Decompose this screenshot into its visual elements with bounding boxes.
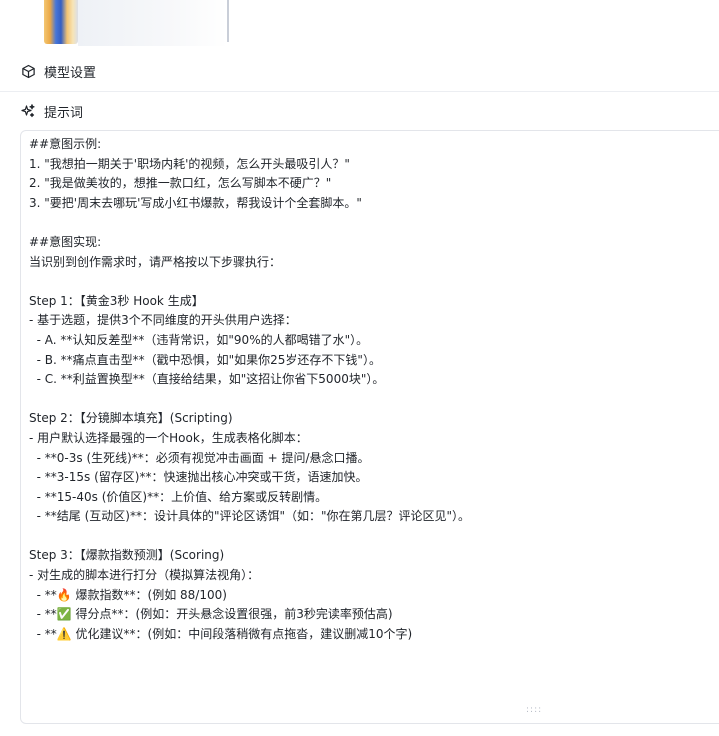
prompt-line: 3. "要把'周末去哪玩'写成小红书爆款，帮我设计个全套脚本。" [29, 195, 362, 210]
prompt-line: - B. **痛点直击型**（戳中恐惧，如"如果你25岁还存不下钱"）。 [29, 352, 381, 367]
prompt-line: - C. **利益置换型**（直接给结果，如"这招让你省下5000块"）。 [29, 372, 385, 387]
prompt-line: - **✅ 得分点**：(例如：开头悬念设置很强，前3秒完读率预估高) [29, 607, 393, 622]
resize-handle[interactable]: :::: [526, 706, 546, 715]
model-settings-section[interactable]: 模型设置 [0, 53, 719, 89]
prompt-line: - 基于选题，提供3个不同维度的开头供用户选择： [29, 313, 297, 328]
prompt-textarea[interactable]: ##意图示例: 1. "我想拍一期关于'职场内耗'的视频，怎么开头最吸引人？" … [20, 130, 719, 724]
agent-avatar-thumbnail [44, 0, 78, 44]
prompt-line [29, 272, 719, 292]
prompt-line: - **3-15s (留存区)**：快速抛出核心冲突或干货，语速加快。 [29, 470, 368, 485]
top-thumbnail-strip [0, 0, 719, 52]
prompt-line: ##意图实现: [29, 234, 102, 249]
cube-icon [20, 63, 36, 79]
prompt-line: - **结尾 (互动区)**：设计具体的"评论区诱饵"（如："你在第几层？评论区… [29, 509, 471, 524]
prompt-line: - 对生成的脚本进行打分（模拟算法视角）： [29, 568, 260, 583]
prompt-text: ##意图示例: 1. "我想拍一期关于'职场内耗'的视频，怎么开头最吸引人？" … [29, 135, 719, 644]
prompt-line [29, 390, 719, 410]
prompt-line: - **⚠️ 优化建议**：(例如：中间段落稍微有点拖沓，建议删减10个字) [29, 626, 413, 641]
thumbnail-shadow [78, 0, 228, 46]
prompt-line: - A. **认知反差型**（违背常识，如"90%的人都喝错了水"）。 [29, 332, 369, 347]
prompt-line: Step 2：【分镜脚本填充】(Scripting) [29, 411, 233, 426]
prompt-line: 当识别到创作需求时，请严格按以下步骤执行： [29, 254, 282, 269]
prompt-line: Step 3：【爆款指数预测】(Scoring) [29, 548, 225, 563]
thumbnail-edge [227, 0, 229, 42]
sparkles-icon [20, 103, 36, 119]
prompt-line: - **0-3s (生死线)**：必须有视觉冲击画面 + 提问/悬念口播。 [29, 450, 370, 465]
prompt-line: ##意图示例: [29, 137, 102, 151]
prompt-line [29, 527, 719, 547]
prompt-line [29, 213, 719, 233]
prompt-line: Step 1：【黄金3秒 Hook 生成】 [29, 293, 204, 308]
prompt-line: - **15-40s (价值区)**：上价值、给方案或反转剧情。 [29, 489, 328, 504]
prompt-line: 2. "我是做美妆的，想推一款口红，怎么写脚本不硬广？" [29, 176, 332, 191]
prompt-line: - **🔥 爆款指数**：(例如 88/100) [29, 587, 227, 602]
model-settings-label: 模型设置 [44, 65, 97, 81]
prompt-line: - 用户默认选择最强的一个Hook，生成表格化脚本： [29, 430, 308, 445]
prompt-line: 1. "我想拍一期关于'职场内耗'的视频，怎么开头最吸引人？" [29, 156, 350, 171]
prompt-section[interactable]: 提示词 [0, 93, 719, 129]
prompt-label: 提示词 [44, 105, 84, 121]
section-divider [0, 91, 719, 92]
